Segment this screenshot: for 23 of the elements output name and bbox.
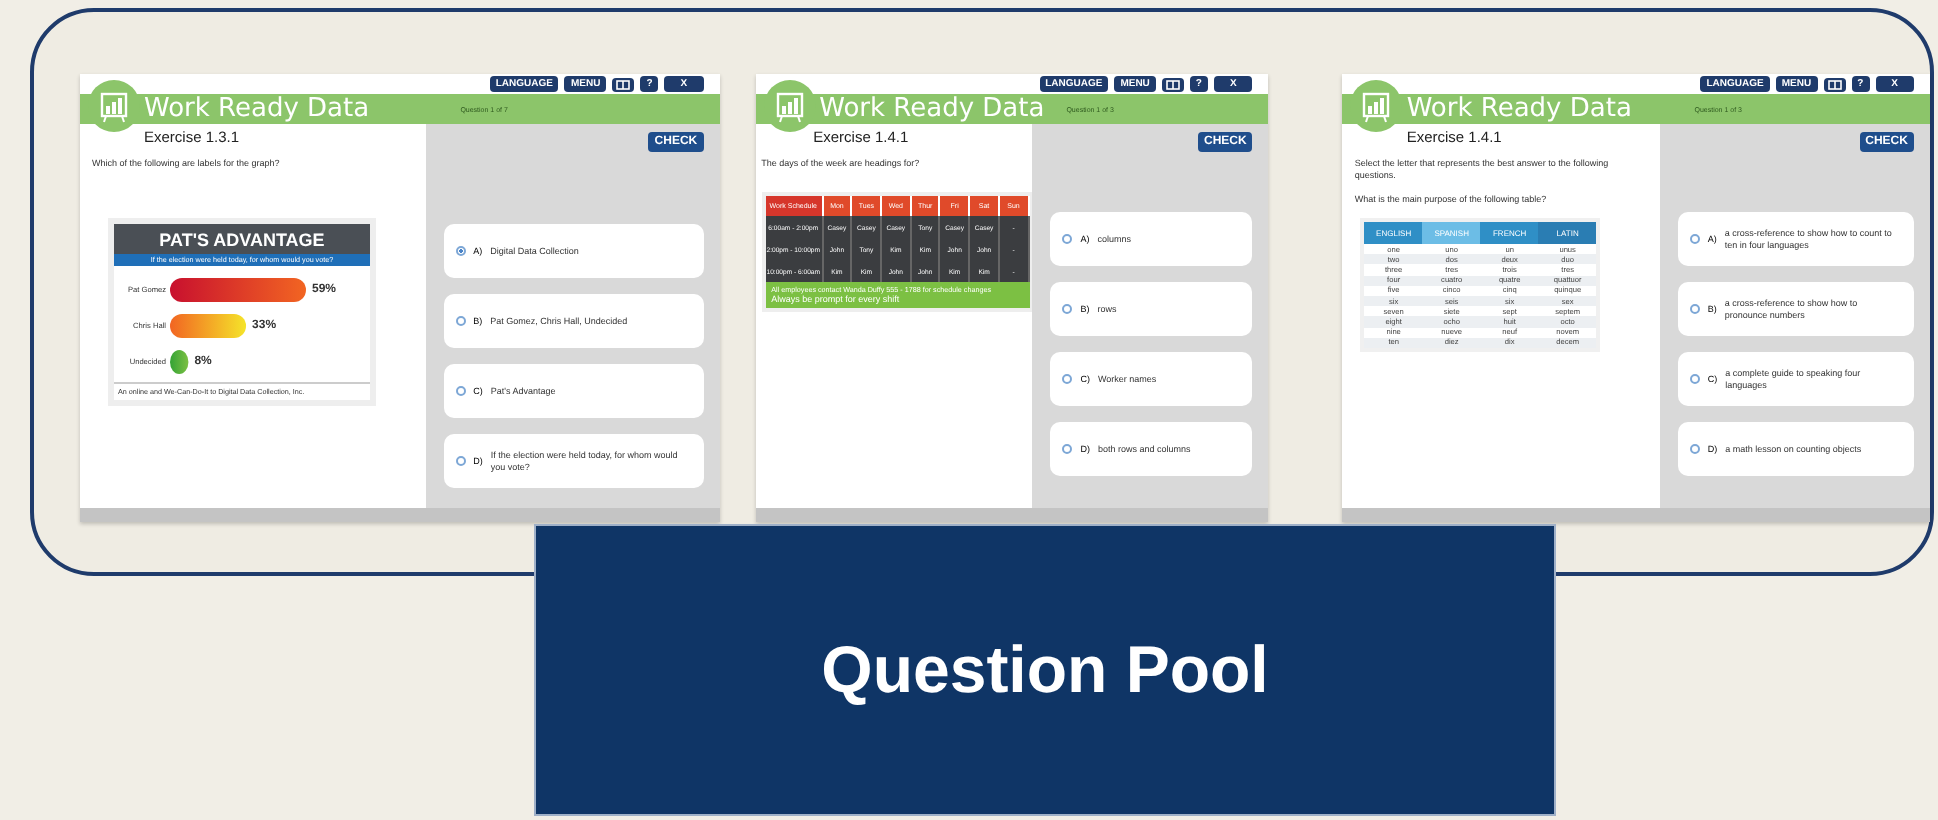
app-title: Work Ready Data [819, 94, 1047, 124]
radio-button[interactable] [455, 316, 466, 326]
screen-icon-button[interactable] [612, 77, 635, 91]
app-title: Work Ready Data [144, 94, 372, 124]
chart-bar [170, 314, 247, 338]
banner-title: Question Pool [821, 632, 1269, 708]
chart-title: PAT'S ADVANTAGE [114, 224, 370, 254]
radio-button[interactable] [455, 246, 466, 256]
radio-button[interactable] [455, 456, 466, 466]
screen-icon-button[interactable] [1161, 77, 1184, 91]
radio-button[interactable] [1689, 374, 1700, 384]
radio-button[interactable] [1689, 444, 1700, 454]
radio-button[interactable] [455, 386, 466, 396]
radio-button[interactable] [1689, 234, 1700, 244]
radio-button[interactable] [1062, 444, 1073, 454]
chart-bar [170, 350, 189, 374]
radio-button[interactable] [1062, 234, 1073, 244]
radio-button[interactable] [1062, 304, 1073, 314]
chart-bar [170, 278, 306, 302]
screen-icon-button[interactable] [1823, 77, 1846, 91]
radio-button[interactable] [1062, 374, 1073, 384]
radio-button[interactable] [1689, 304, 1700, 314]
app-title: Work Ready Data [1406, 94, 1634, 124]
